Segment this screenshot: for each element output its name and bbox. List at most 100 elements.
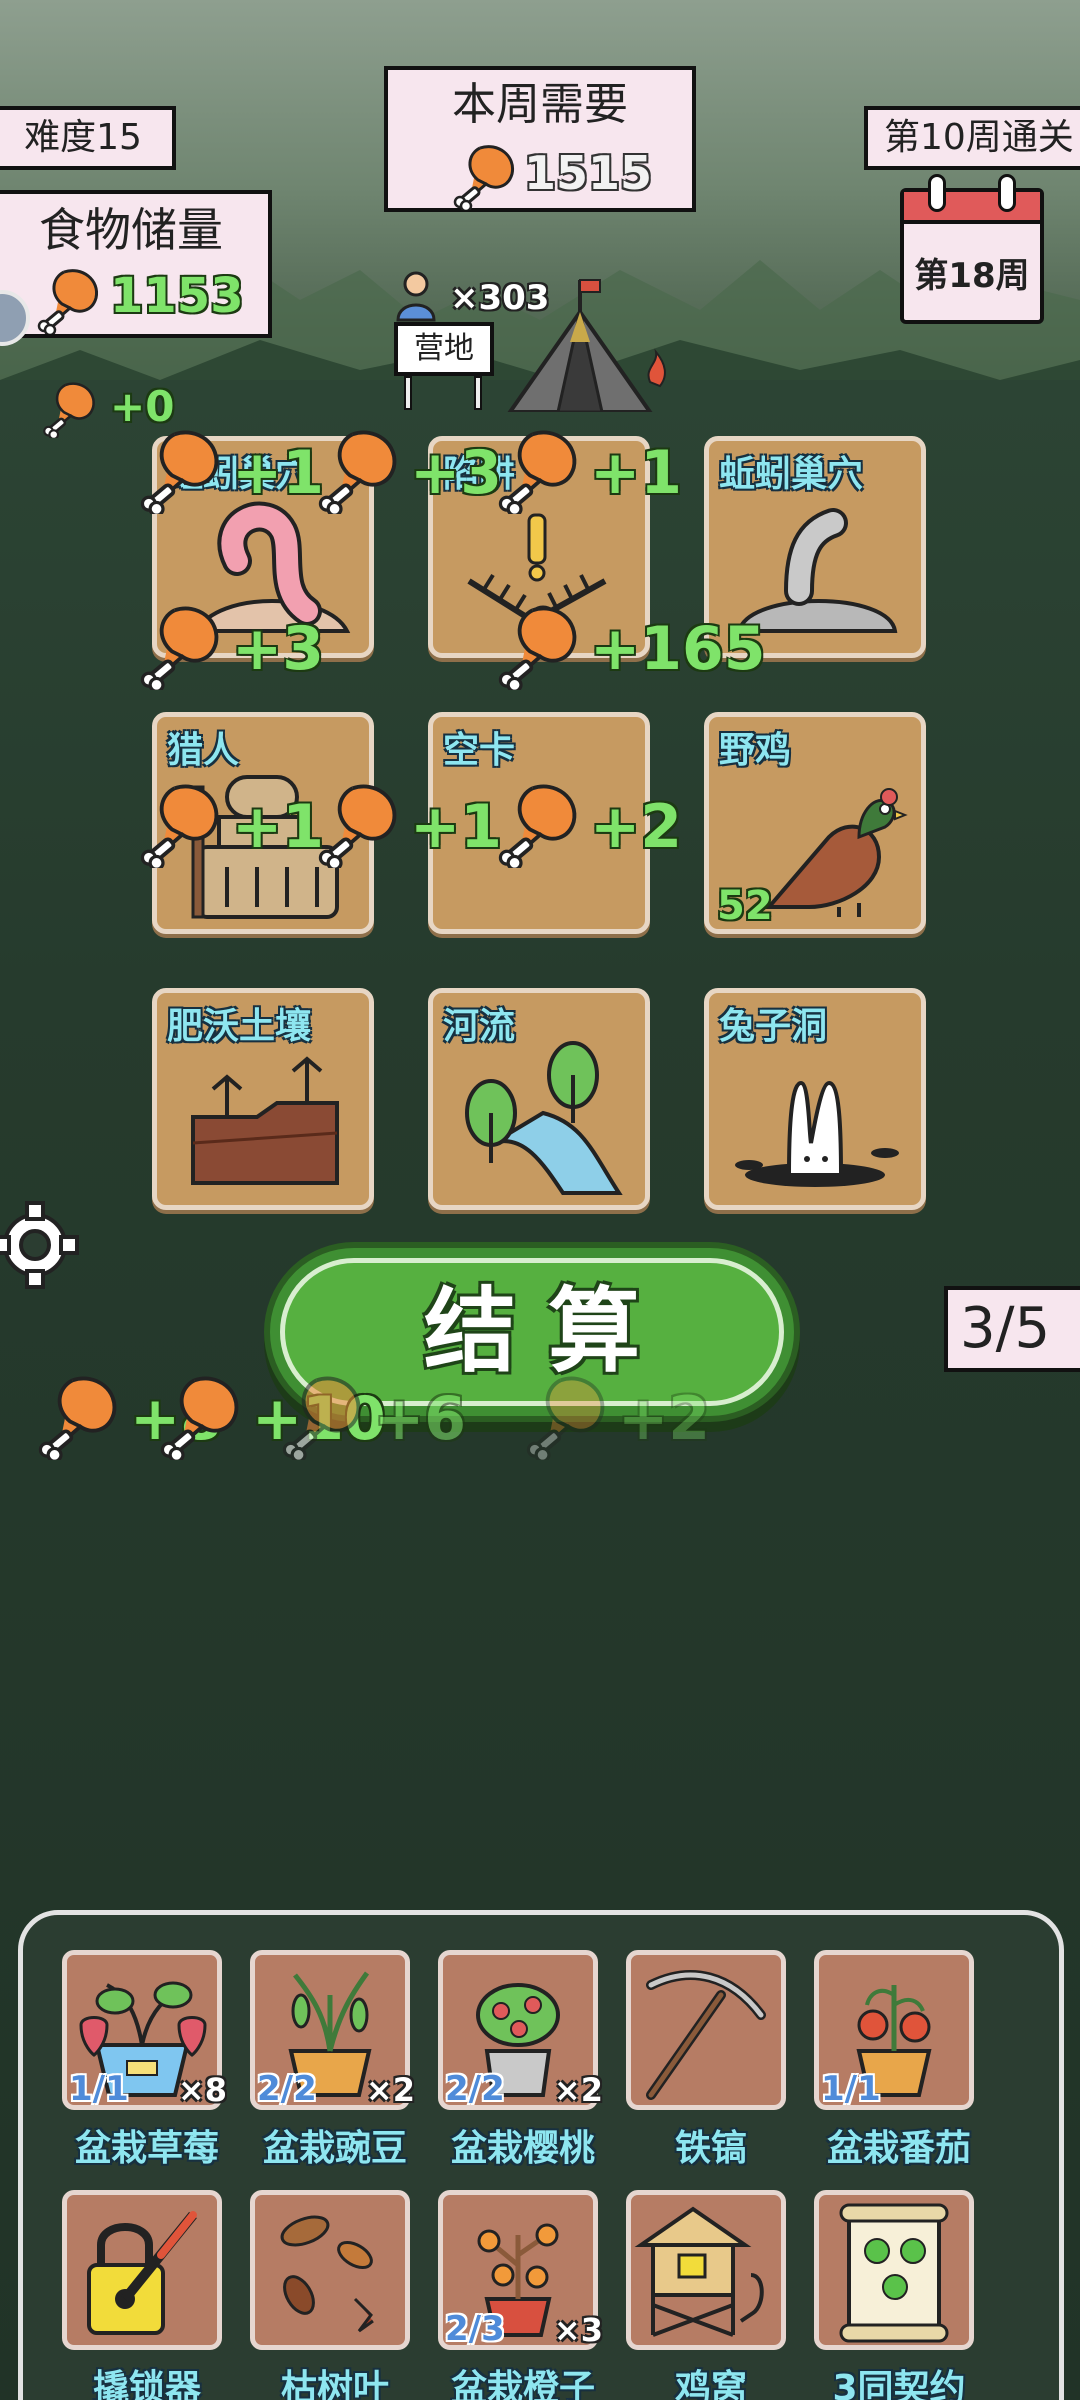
tile-name: 猎人 xyxy=(167,730,240,771)
tile-name: 野鸡 xyxy=(719,730,792,771)
float-gain: +1 xyxy=(232,792,324,862)
tent-icon xyxy=(507,279,666,412)
pickaxe-icon xyxy=(646,1970,766,2100)
float-gain-value: +6 xyxy=(374,1384,467,1454)
float-gain-value: +3 xyxy=(232,614,325,684)
float-gain-value: +2 xyxy=(590,792,683,862)
float-gain: +1 xyxy=(590,438,682,508)
drumstick-icon xyxy=(494,424,584,514)
card-name: 盆栽橙子 xyxy=(450,2368,595,2400)
float-gain-value: +1 xyxy=(232,792,325,862)
card-name: 盆栽番茄 xyxy=(826,2128,971,2169)
tile-name: 肥沃土壤 xyxy=(167,1006,312,1047)
float-gain: +2 xyxy=(618,1384,710,1454)
card-count: ×3 xyxy=(553,2311,603,2349)
clear-goal-label: 第10周通关 xyxy=(864,106,1080,170)
drumstick-icon xyxy=(314,778,404,868)
card-uses: 1/1 xyxy=(69,2069,129,2109)
float-gain: +3 xyxy=(232,614,324,684)
drumstick-icon xyxy=(136,424,226,514)
camp-label: 营地 xyxy=(414,331,474,366)
float-gain: +1 xyxy=(410,792,502,862)
clear-goal-text: 第10周通关 xyxy=(884,117,1074,158)
food-storage-panel: 食物储量 1153 xyxy=(0,190,272,338)
drumstick-icon xyxy=(278,1370,368,1460)
float-gain-value: +165 xyxy=(590,614,766,684)
calendar-ring-icon xyxy=(998,174,1016,212)
tile-name: 空卡 xyxy=(443,730,516,771)
difficulty-text: 难度15 xyxy=(24,117,142,158)
drumstick-icon xyxy=(136,600,226,690)
drumstick-icon xyxy=(34,1370,124,1460)
float-gain: +1 xyxy=(232,438,324,508)
card-uses: 2/2 xyxy=(445,2069,505,2109)
contract-scroll-icon xyxy=(839,2203,949,2343)
drumstick-icon xyxy=(34,264,104,334)
inventory-card[interactable]: 3同契约 xyxy=(814,2190,974,2400)
inventory-card[interactable]: 1/1 ×8 盆栽草莓 xyxy=(62,1950,227,2169)
grid-tile[interactable]: 野鸡 52 xyxy=(704,712,926,934)
card-uses: 2/2 xyxy=(257,2069,317,2109)
grid-tile[interactable]: 肥沃土壤 xyxy=(152,988,374,1210)
grid-tile[interactable]: 兔子洞 xyxy=(704,988,926,1210)
person-icon xyxy=(396,271,436,322)
inventory-card[interactable]: 2/3 ×3 盆栽橙子 xyxy=(438,2190,603,2400)
card-count: ×2 xyxy=(365,2071,415,2109)
card-count: ×2 xyxy=(553,2071,603,2109)
chicken-coop-icon xyxy=(634,2206,764,2337)
dry-leaves-icon xyxy=(280,2215,374,2333)
tile-name: 蚯蚓巢穴 xyxy=(719,454,864,495)
camp: ×303 营地 xyxy=(390,270,680,412)
tile-counter: 52 xyxy=(717,883,773,929)
card-name: 盆栽草莓 xyxy=(74,2128,219,2169)
card-name: 盆栽豌豆 xyxy=(262,2128,407,2169)
inventory-card[interactable]: 铁镐 xyxy=(626,1950,786,2169)
reroll-text: 3/5 xyxy=(960,1296,1051,1361)
drumstick-icon xyxy=(494,778,584,868)
float-gain: +3 xyxy=(410,438,502,508)
card-name: 盆栽樱桃 xyxy=(450,2128,595,2169)
drumstick-icon xyxy=(156,1370,246,1460)
inventory-card[interactable]: 2/2 ×2 盆栽豌豆 xyxy=(250,1950,415,2169)
inventory-card[interactable]: 1/1 盆栽番茄 xyxy=(814,1950,974,2169)
drumstick-icon xyxy=(40,378,100,438)
current-week: 第18周 xyxy=(914,256,1030,296)
reroll-counter: 3/5 xyxy=(944,1286,1080,1372)
card-count: ×8 xyxy=(177,2071,227,2109)
weekly-need-value: 1515 xyxy=(524,146,653,200)
drumstick-icon xyxy=(522,1370,612,1460)
drumstick-icon xyxy=(494,600,584,690)
card-name: 撬锁器 xyxy=(92,2368,201,2400)
inventory-card[interactable]: 撬锁器 xyxy=(62,2190,222,2400)
inventory-card[interactable]: 2/2 ×2 盆栽樱桃 xyxy=(438,1950,603,2169)
week-calendar: 第18周 xyxy=(900,174,1044,324)
tile-name: 兔子洞 xyxy=(719,1006,828,1047)
float-gain: +165 xyxy=(590,614,766,684)
card-uses: 2/3 xyxy=(445,2309,505,2349)
lockpick-icon xyxy=(87,2211,197,2335)
inventory-card[interactable]: 鸡窝 xyxy=(626,2190,786,2400)
game-scene: 难度15 本周需要 1515 第10周通关 食物储量 1153 第18周 ×30… xyxy=(0,0,1080,2400)
weekly-need-panel: 本周需要 1515 xyxy=(384,66,696,212)
card-name: 枯树叶 xyxy=(280,2368,389,2400)
float-gain: +2 xyxy=(590,792,682,862)
card-name: 鸡窝 xyxy=(674,2368,747,2400)
card-name: 3同契约 xyxy=(832,2368,966,2400)
drumstick-icon xyxy=(450,140,520,210)
weekly-need-title: 本周需要 xyxy=(452,79,628,130)
inventory-card[interactable]: 枯树叶 xyxy=(250,2190,410,2400)
float-gain-value: +1 xyxy=(590,438,683,508)
float-gain-value: +1 xyxy=(232,438,325,508)
difficulty-label: 难度15 xyxy=(0,106,176,170)
float-gain: +6 xyxy=(374,1384,466,1454)
drumstick-icon xyxy=(136,778,226,868)
grid-tile[interactable]: 河流 xyxy=(428,988,650,1210)
food-storage-value: 1153 xyxy=(110,268,244,324)
gear-icon[interactable] xyxy=(0,1200,80,1290)
calendar-ring-icon xyxy=(928,174,946,212)
drumstick-icon xyxy=(314,424,404,514)
tile-name: 河流 xyxy=(443,1006,516,1047)
card-name: 铁镐 xyxy=(674,2128,747,2169)
card-uses: 1/1 xyxy=(821,2069,881,2109)
camp-sign: 营地 xyxy=(394,322,494,376)
